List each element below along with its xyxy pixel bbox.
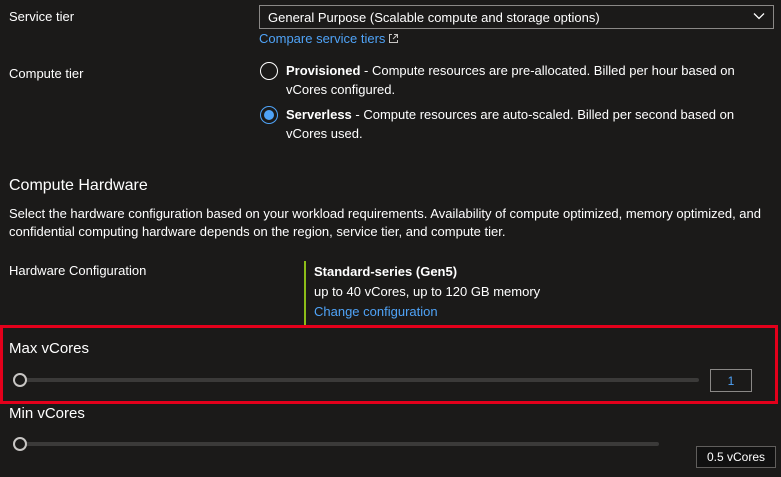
provisioned-description-2: vCores configured. <box>286 82 396 97</box>
min-vcores-label: Min vCores <box>9 405 85 422</box>
max-vcores-slider-track[interactable] <box>20 378 699 382</box>
serverless-option[interactable]: Serverless - Compute resources are auto-… <box>286 105 734 143</box>
serverless-radio[interactable] <box>260 106 278 124</box>
compute-hardware-description-1: Select the hardware configuration based … <box>9 206 761 221</box>
max-vcores-input[interactable]: 1 <box>710 369 752 392</box>
service-tier-selected: General Purpose (Scalable compute and st… <box>268 9 600 25</box>
compute-hardware-title: Compute Hardware <box>9 177 148 194</box>
service-tier-select[interactable]: General Purpose (Scalable compute and st… <box>259 5 774 29</box>
compute-hardware-description-2: confidential computing hardware depends … <box>9 224 506 239</box>
compute-tier-label: Compute tier <box>9 66 84 81</box>
provisioned-name: Provisioned <box>286 63 361 78</box>
hardware-configuration-box: Standard-series (Gen5) up to 40 vCores, … <box>304 261 604 325</box>
external-link-icon <box>389 34 399 43</box>
provisioned-description: - Compute resources are pre-allocated. B… <box>360 63 735 78</box>
chevron-down-icon <box>753 13 765 20</box>
min-vcores-input[interactable]: 0.5 vCores <box>696 446 776 468</box>
change-configuration-link[interactable]: Change configuration <box>314 302 604 322</box>
provisioned-option[interactable]: Provisioned - Compute resources are pre-… <box>286 61 735 99</box>
service-tier-label: Service tier <box>9 9 75 24</box>
min-vcores-slider-thumb[interactable] <box>13 437 27 451</box>
max-vcores-label: Max vCores <box>9 340 90 357</box>
min-vcores-slider-track[interactable] <box>20 442 659 446</box>
compute-hardware-description: Select the hardware configuration based … <box>9 205 779 241</box>
serverless-description-2: vCores used. <box>286 126 363 141</box>
serverless-description: - Compute resources are auto-scaled. Bil… <box>351 107 735 122</box>
compare-service-tiers-link[interactable]: Compare service tiers <box>259 31 399 46</box>
hardware-name: Standard-series (Gen5) <box>314 264 458 279</box>
max-vcores-slider-thumb[interactable] <box>13 373 27 387</box>
hardware-specs: up to 40 vCores, up to 120 GB memory <box>314 284 541 299</box>
compare-service-tiers-text: Compare service tiers <box>259 31 386 46</box>
provisioned-radio[interactable] <box>260 62 278 80</box>
max-vcores-highlight <box>0 325 778 404</box>
serverless-name: Serverless <box>286 107 352 122</box>
hardware-configuration-label: Hardware Configuration <box>9 263 147 278</box>
